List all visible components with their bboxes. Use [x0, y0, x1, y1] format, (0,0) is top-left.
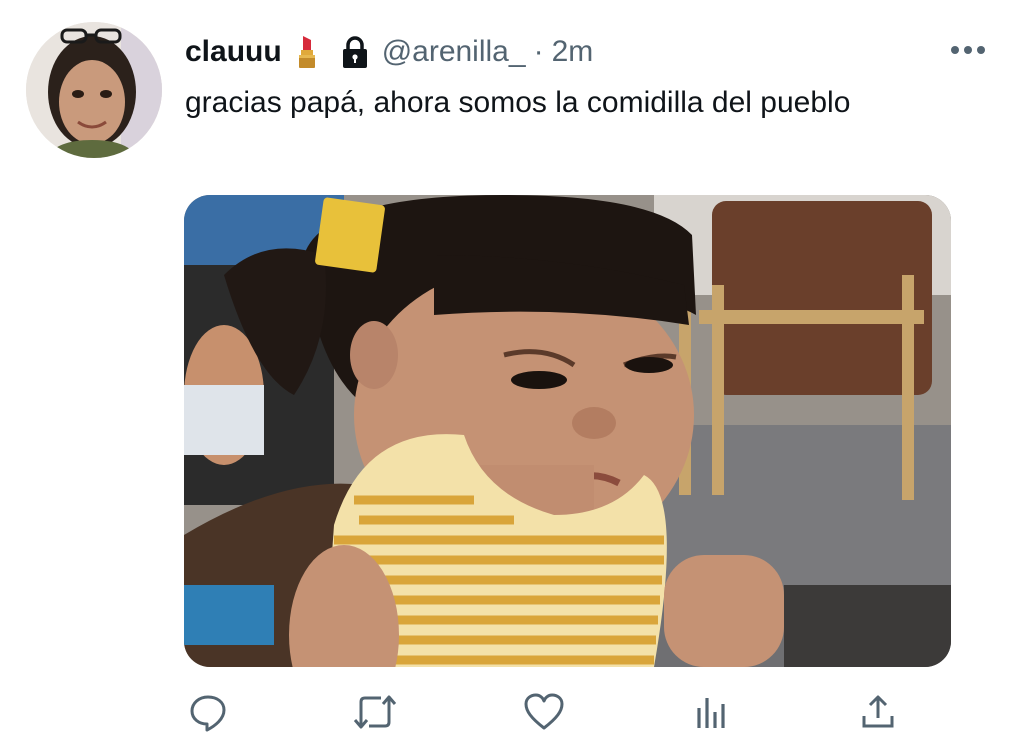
lipstick-icon — [296, 34, 318, 70]
lock-icon — [340, 35, 370, 69]
share-button[interactable] — [856, 690, 900, 734]
analytics-button[interactable] — [690, 690, 734, 734]
avatar-image — [26, 22, 162, 158]
tweet[interactable]: clauuu @arenilla_ · 2m gracias papá, aho… — [0, 0, 1024, 750]
analytics-icon — [697, 698, 725, 728]
reply-button[interactable] — [186, 690, 230, 734]
avatar[interactable] — [26, 22, 162, 158]
separator-dot: · — [533, 35, 544, 68]
reply-icon — [190, 695, 226, 732]
tweet-actions — [0, 690, 1024, 734]
heart-icon — [524, 693, 564, 730]
tweet-text: gracias papá, ahora somos la comidilla d… — [185, 86, 851, 119]
share-icon — [862, 695, 894, 728]
like-button[interactable] — [522, 690, 566, 734]
photo-child-frowning — [184, 195, 951, 667]
user-handle[interactable]: @arenilla_ — [382, 35, 526, 69]
tweet-header: clauuu @arenilla_ · 2m — [185, 30, 593, 74]
more-icon[interactable] — [948, 38, 988, 62]
display-name[interactable]: clauuu — [185, 35, 282, 69]
retweet-button[interactable] — [353, 690, 397, 734]
tweet-media-image[interactable] — [184, 195, 951, 667]
tweet-time[interactable]: 2m — [552, 35, 594, 69]
retweet-icon — [353, 695, 397, 729]
